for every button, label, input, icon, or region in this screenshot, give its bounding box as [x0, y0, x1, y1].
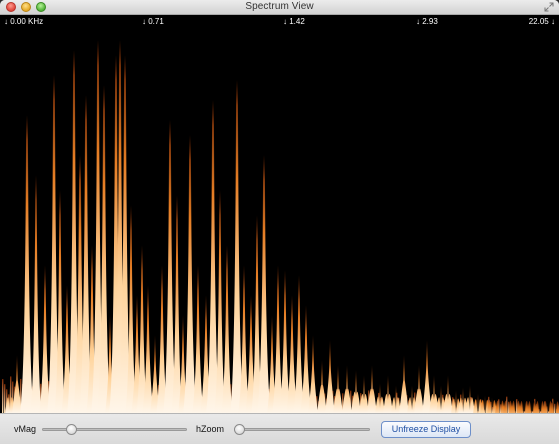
spectrum-floor-bin	[554, 403, 556, 413]
spectrum-peak	[375, 383, 385, 413]
spectrum-peak	[308, 335, 318, 413]
freq-marker-3: ↓ 2.93	[416, 17, 438, 26]
spectrum-floor-bin	[2, 379, 4, 413]
spectrum-peak	[182, 135, 198, 413]
freq-marker-0: ↓ 0.00 KHz	[4, 17, 43, 26]
hzoom-slider-knob[interactable]	[234, 424, 245, 435]
freq-marker-text: 22.05	[528, 17, 549, 26]
spectrum-peak	[399, 355, 409, 413]
fullscreen-icon[interactable]	[544, 2, 554, 12]
spectrum-peak	[19, 115, 35, 413]
window-title: Spectrum View	[245, 1, 314, 12]
spectrum-peak	[333, 365, 343, 413]
spectrum-peak	[30, 175, 42, 413]
spectrum-peak	[367, 365, 377, 413]
freq-marker-2: ↓ 1.42	[283, 17, 305, 26]
freq-marker-arrow: ↓	[551, 17, 555, 26]
spectrum-peak	[317, 360, 327, 413]
spectrum-peak	[414, 365, 424, 413]
spectrum-plot	[2, 40, 559, 413]
unfreeze-display-button[interactable]: Unfreeze Display	[381, 421, 471, 438]
freq-marker-text: 2.93	[422, 17, 438, 26]
freq-marker-arrow: ↓	[142, 17, 146, 26]
freq-marker-text: 1.42	[289, 17, 305, 26]
spectrum-peak	[325, 340, 335, 413]
spectrum-floor-bin	[4, 384, 6, 413]
freq-marker-arrow: ↓	[416, 17, 420, 26]
freq-marker-arrow: ↓	[4, 17, 8, 26]
freq-marker-4: 22.05 ↓	[529, 17, 555, 26]
hzoom-label: hZoom	[196, 424, 225, 434]
vmag-slider[interactable]	[42, 424, 187, 436]
hzoom-slider[interactable]	[234, 424, 370, 436]
spectrum-peak	[383, 375, 393, 413]
title-bar[interactable]: Spectrum View	[0, 0, 559, 15]
spectrum-peaks	[2, 40, 559, 413]
spectrum-peak	[351, 370, 361, 413]
vmag-slider-track[interactable]	[42, 428, 187, 431]
control-bar: vMag hZoom Unfreeze Display	[0, 413, 559, 444]
freq-marker-1: ↓ 0.71	[142, 17, 164, 26]
spectrum-peak	[495, 400, 505, 413]
spectrum-peak	[465, 385, 475, 413]
vmag-slider-knob[interactable]	[66, 424, 77, 435]
hzoom-slider-track[interactable]	[234, 428, 370, 431]
freq-marker-text: 0.00 KHz	[10, 17, 44, 26]
spectrum-peak	[422, 340, 432, 413]
spectrum-view-window: Spectrum View ↓ 0.00 KHz ↓ 0.71 ↓ 1.42 ↓…	[0, 0, 559, 444]
vmag-label: vMag	[14, 424, 37, 434]
spectrum-display: ↓ 0.00 KHz ↓ 0.71 ↓ 1.42 ↓ 2.93 22.05 ↓	[0, 15, 559, 413]
freq-marker-text: 0.71	[148, 17, 164, 26]
spectrum-peak	[342, 365, 352, 413]
spectrum-peak	[443, 375, 453, 413]
freq-marker-arrow: ↓	[283, 17, 287, 26]
